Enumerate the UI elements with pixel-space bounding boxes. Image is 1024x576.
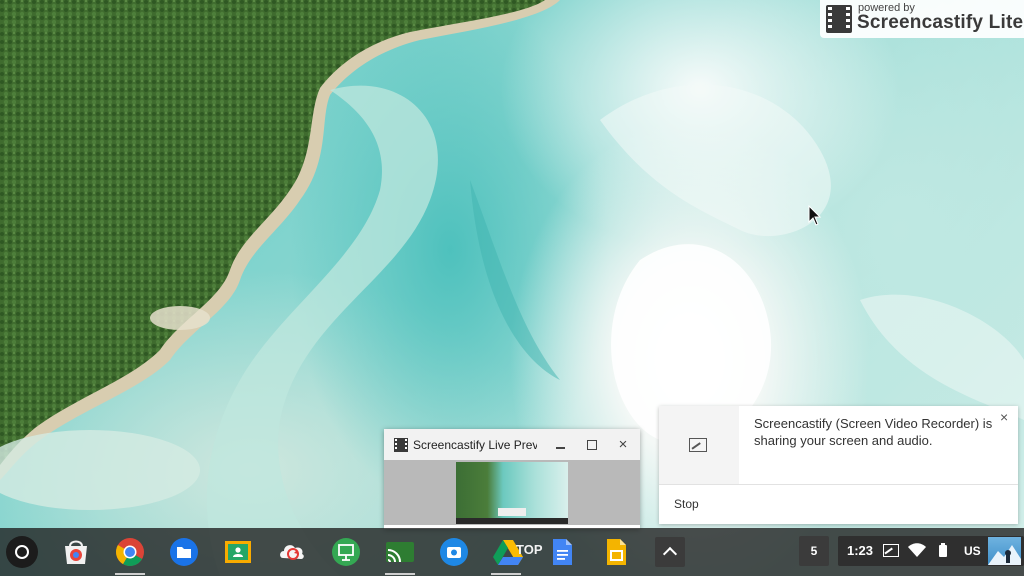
notification-count-badge[interactable]: 5 <box>799 536 829 566</box>
preview-window-title: Screencastify Live Preview <box>413 438 537 452</box>
drive-overlay-text: TOP <box>516 542 543 557</box>
chrome-icon[interactable] <box>114 536 146 568</box>
preview-titlebar[interactable]: Screencastify Live Preview × <box>384 429 640 460</box>
film-strip-icon <box>394 438 408 452</box>
watermark-brand: Screencastify Lite <box>857 12 1024 33</box>
files-icon[interactable] <box>168 536 200 568</box>
clock-time: 1:23 <box>847 543 874 558</box>
google-slides-icon[interactable] <box>600 536 632 568</box>
input-language: US <box>964 544 981 558</box>
minimize-button[interactable] <box>551 435 571 455</box>
screencastify-watermark: powered by Screencastify Lite <box>820 0 1024 38</box>
screen-sharing-notification: Screencastify (Screen Video Recorder) is… <box>659 406 1018 524</box>
chrome-web-store-icon[interactable] <box>60 536 92 568</box>
user-avatar <box>988 537 1021 565</box>
mouse-pointer-icon <box>808 205 822 226</box>
shelf-overflow-button[interactable] <box>655 537 685 567</box>
system-tray[interactable]: 1:23 US <box>838 536 1024 566</box>
film-strip-icon <box>826 5 852 33</box>
battery-icon <box>939 543 947 557</box>
presentation-app-icon[interactable] <box>330 536 362 568</box>
google-classroom-icon[interactable] <box>222 536 254 568</box>
google-docs-icon[interactable] <box>546 536 578 568</box>
sync-app-icon[interactable] <box>276 536 308 568</box>
cast-app-icon[interactable] <box>384 536 416 568</box>
chrome-running-indicator <box>115 573 145 575</box>
wifi-icon <box>908 543 926 557</box>
cast-running-indicator <box>385 573 415 575</box>
google-drive-icon[interactable]: TOP <box>490 536 543 568</box>
notification-icon-area <box>659 406 739 484</box>
live-preview-window[interactable]: Screencastify Live Preview × <box>384 429 640 529</box>
stop-sharing-button[interactable]: Stop <box>674 497 699 511</box>
screen-capture-icon <box>883 544 899 557</box>
live-preview-thumbnail <box>456 462 568 524</box>
screen-share-icon <box>689 438 707 452</box>
maximize-button[interactable] <box>582 435 602 455</box>
thumbnail-window <box>498 508 526 516</box>
launcher-button[interactable] <box>6 536 38 568</box>
drive-running-indicator <box>491 573 521 575</box>
notification-close-button[interactable]: × <box>1000 409 1008 425</box>
thumbnail-taskbar <box>456 518 568 524</box>
camera-icon[interactable] <box>438 536 470 568</box>
close-button[interactable]: × <box>613 435 633 455</box>
notification-divider <box>659 484 1018 485</box>
notification-message: Screencastify (Screen Video Recorder) is… <box>754 416 993 448</box>
